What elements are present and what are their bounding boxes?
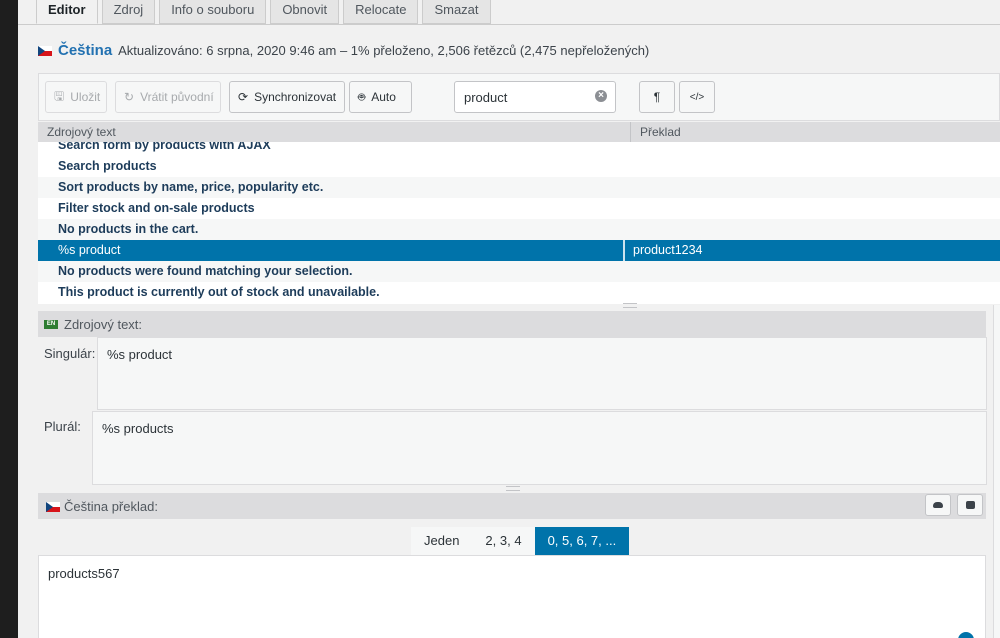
source-text: Sort products by name, price, popularity… [58, 180, 324, 194]
translation-input[interactable]: products567 [38, 555, 986, 638]
cloud-translate-button[interactable] [925, 494, 951, 516]
source-text: No products were found matching your sel… [58, 264, 353, 278]
row-divider [623, 240, 625, 261]
strings-list: Search form by products with AJAX Search… [38, 142, 1000, 304]
save-label: Uložit [70, 90, 101, 104]
invisibles-toggle-button[interactable]: ¶ [639, 81, 675, 113]
auto-translate-entry-button[interactable] [957, 494, 983, 516]
plural-tab-one[interactable]: Jeden [411, 527, 473, 555]
code-view-toggle-button[interactable]: </> [679, 81, 715, 113]
plural-label: Plurál: [44, 419, 81, 434]
tab-relocate[interactable]: Relocate [343, 0, 419, 24]
auto-label: Auto [371, 90, 396, 104]
revert-label: Vrátit původní [140, 90, 214, 104]
file-header: Čeština Aktualizováno: 6 srpna, 2020 9:4… [38, 42, 649, 59]
list-resize-handle[interactable] [623, 303, 637, 308]
sync-icon: ⟳ [238, 90, 249, 104]
list-item[interactable]: Sort products by name, price, popularity… [38, 177, 1000, 198]
tab-refresh[interactable]: Obnovit [270, 0, 340, 24]
list-item[interactable]: Search form by products with AJAX [38, 142, 1000, 156]
right-pane-edge [993, 305, 1000, 638]
tab-source[interactable]: Zdroj [101, 0, 156, 24]
undo-icon: ↻ [124, 90, 135, 104]
tab-delete[interactable]: Smazat [422, 0, 491, 24]
column-separator[interactable] [630, 122, 631, 142]
panel-resize-handle[interactable] [506, 486, 520, 491]
english-flag-icon: EN [44, 320, 58, 329]
sync-label: Synchronizovat [254, 90, 337, 104]
source-text: Filter stock and on-sale products [58, 201, 255, 215]
column-source-header[interactable]: Zdrojový text [47, 125, 116, 139]
robot-icon [966, 501, 975, 509]
czech-flag-icon [46, 502, 60, 512]
source-panel-title: Zdrojový text: [64, 317, 143, 332]
editor-tabs: Editor Zdroj Info o souboru Obnovit Relo… [36, 0, 495, 25]
tab-editor[interactable]: Editor [36, 0, 98, 24]
search-box: × [454, 81, 616, 113]
source-panel-header: EN Zdrojový text: [38, 311, 986, 337]
search-input[interactable] [455, 82, 603, 112]
column-translation-header[interactable]: Překlad [640, 125, 681, 139]
tab-file-info[interactable]: Info o souboru [159, 0, 267, 24]
status-text: Aktualizováno: 6 srpna, 2020 9:46 am – 1… [118, 43, 650, 58]
code-icon: </> [689, 91, 705, 103]
list-item[interactable]: No products were found matching your sel… [38, 261, 1000, 282]
list-item[interactable]: No products in the cart. [38, 219, 1000, 240]
source-text: Search products [58, 159, 157, 173]
list-item[interactable]: This product is currently out of stock a… [38, 282, 1000, 303]
czech-flag-icon [38, 46, 52, 56]
save-button[interactable]: 🖫 Uložit [45, 81, 107, 113]
translation-panel-header: Čeština překlad: [38, 493, 986, 519]
language-name[interactable]: Čeština [58, 42, 112, 59]
editor-page: Editor Zdroj Info o souboru Obnovit Relo… [18, 0, 1000, 638]
pilcrow-icon: ¶ [653, 90, 661, 104]
source-text: %s product [58, 243, 121, 257]
plural-source-field: %s products [92, 411, 987, 485]
auto-translate-button[interactable]: 🤖︎ Auto [349, 81, 412, 113]
source-text: This product is currently out of stock a… [58, 285, 380, 299]
floppy-icon: 🖫 [54, 88, 65, 103]
plural-tab-few[interactable]: 2, 3, 4 [472, 527, 535, 555]
singular-source-field: %s product [97, 337, 987, 410]
translation-text: product1234 [633, 243, 703, 257]
cloud-icon [933, 502, 943, 508]
plural-form-tabs: Jeden 2, 3, 4 0, 5, 6, 7, ... [411, 527, 630, 555]
plural-tab-other[interactable]: 0, 5, 6, 7, ... [534, 527, 630, 555]
editor-toolbar: 🖫 Uložit ↻ Vrátit původní ⟳ Synchronizovat … [38, 73, 1000, 121]
list-item[interactable]: Filter stock and on-sale products [38, 198, 1000, 219]
translation-panel-title: Čeština překlad: [64, 499, 158, 514]
singular-label: Singulár: [44, 346, 96, 361]
tabs-divider [18, 24, 1000, 25]
revert-button[interactable]: ↻ Vrátit původní [115, 81, 221, 113]
sync-button[interactable]: ⟳ Synchronizovat [229, 81, 345, 113]
robot-icon: 🤖︎ [358, 89, 366, 104]
source-text: Search form by products with AJAX [58, 142, 271, 152]
selected-list-item[interactable]: %s product product1234 [38, 240, 1000, 261]
list-header: Zdrojový text Překlad [38, 122, 1000, 142]
source-text: No products in the cart. [58, 222, 199, 236]
clear-search-icon[interactable]: × [595, 90, 607, 102]
list-item[interactable]: Search products [38, 156, 1000, 177]
